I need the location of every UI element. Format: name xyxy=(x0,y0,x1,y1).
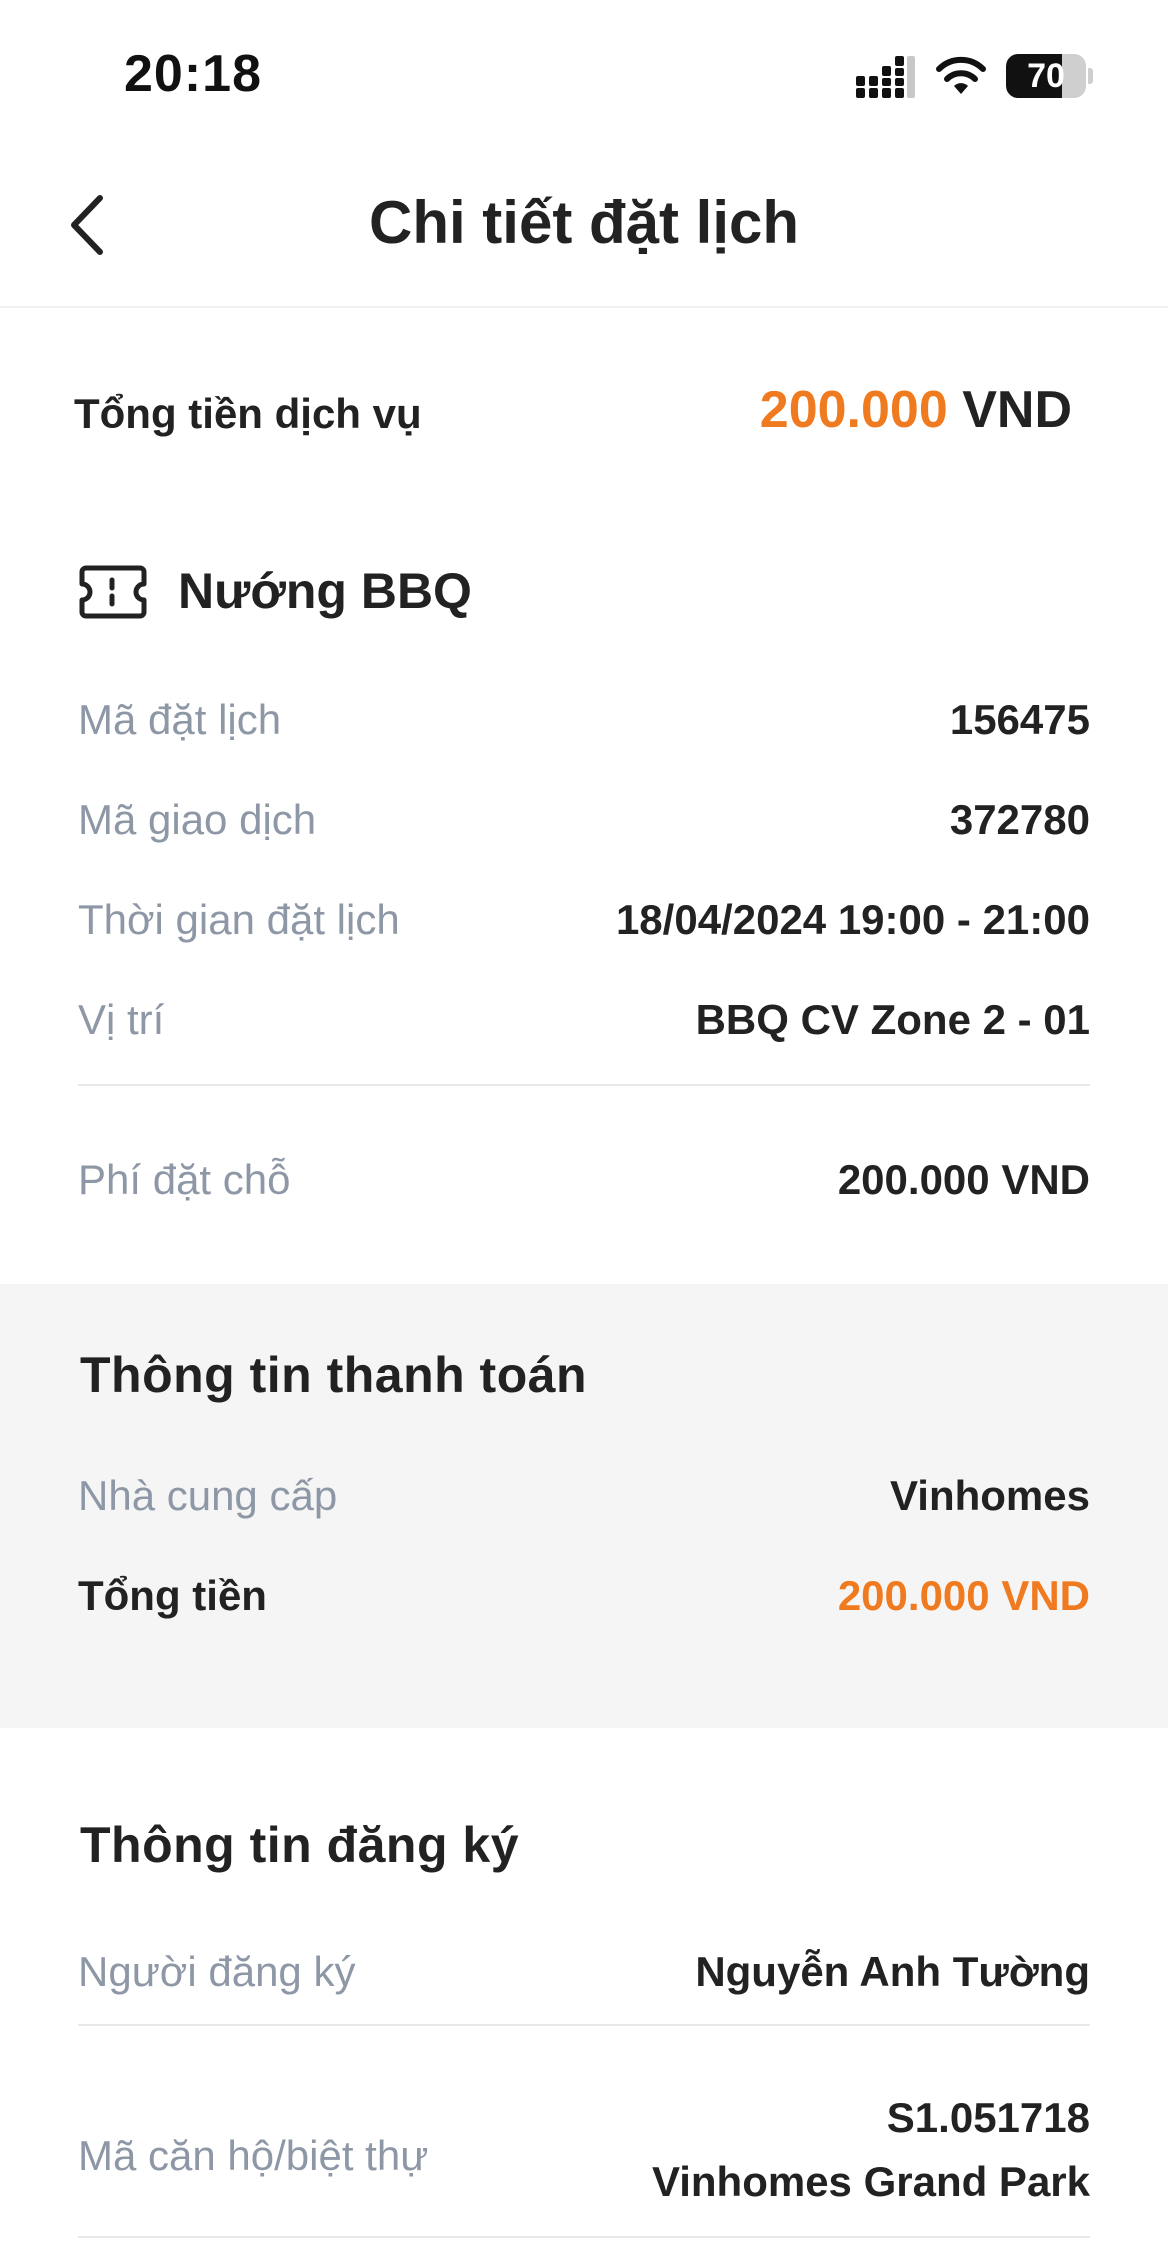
page-title: Chi tiết đặt lịch xyxy=(368,189,800,256)
row-value: S1.051718 Vinhomes Grand Park xyxy=(652,2086,1090,2214)
back-button[interactable] xyxy=(60,190,120,260)
battery-cap xyxy=(1088,68,1093,84)
project-name: Vinhomes Grand Park xyxy=(651,2158,1090,2205)
service-name: Nướng BBQ xyxy=(178,563,472,619)
wifi-icon xyxy=(936,56,986,94)
row-label: Mã giao dịch xyxy=(78,796,317,843)
location-row: Vị trí BBQ CV Zone 2 - 01 xyxy=(78,986,1090,1046)
signal-icon xyxy=(856,56,915,98)
battery-level-text: 70 xyxy=(1027,57,1065,95)
row-value: BBQ CV Zone 2 - 01 xyxy=(695,996,1090,1043)
row-label: Mã căn hộ/biệt thự xyxy=(78,2132,429,2179)
provider-row: Nhà cung cấp Vinhomes xyxy=(78,1462,1090,1522)
row-label: Nhà cung cấp xyxy=(78,1472,338,1519)
summary-label: Tổng tiền dịch vụ xyxy=(74,390,422,437)
nav-bar: Chi tiết đặt lịch xyxy=(0,150,1168,308)
summary-value: 200.000 VND xyxy=(760,380,1072,440)
registrant-row: Người đăng ký Nguyễn Anh Tường xyxy=(78,1938,1090,1998)
row-label: Vị trí xyxy=(78,996,165,1043)
booking-time-row: Thời gian đặt lịch 18/04/2024 19:00 - 21… xyxy=(78,886,1090,946)
payment-total-row: Tổng tiền 200.000 VND xyxy=(78,1562,1090,1622)
payment-info-section: Thông tin thanh toán Nhà cung cấp Vinhom… xyxy=(0,1284,1168,1728)
summary-currency: VND xyxy=(962,381,1072,439)
divider xyxy=(78,1084,1090,1086)
service-header: Nướng BBQ xyxy=(0,540,1168,640)
status-time: 20:18 xyxy=(124,45,262,103)
row-label: Mã đặt lịch xyxy=(78,696,282,743)
transaction-code-row: Mã giao dịch 372780 xyxy=(78,786,1090,846)
ticket-icon xyxy=(79,565,147,619)
total-service-summary: Tổng tiền dịch vụ 200.000 VND xyxy=(0,308,1168,518)
divider xyxy=(78,2024,1090,2026)
reservation-fee-row: Phí đặt chỗ 200.000 VND xyxy=(78,1146,1090,1206)
total-label: Tổng tiền xyxy=(78,1572,267,1619)
row-label: Phí đặt chỗ xyxy=(78,1156,291,1203)
battery-icon: 70 xyxy=(1006,54,1093,98)
status-bar: 20:18 70 xyxy=(0,0,1168,150)
row-value: Vinhomes xyxy=(890,1472,1090,1519)
unit-code-row: Mã căn hộ/biệt thự S1.051718 Vinhomes Gr… xyxy=(78,2086,1090,2226)
row-label: Người đăng ký xyxy=(78,1948,356,1995)
registration-section-title: Thông tin đăng ký xyxy=(80,1817,520,1873)
row-value: 372780 xyxy=(949,796,1090,843)
row-value: 18/04/2024 19:00 - 21:00 xyxy=(615,896,1090,943)
total-value: 200.000 VND xyxy=(837,1572,1090,1619)
row-label: Thời gian đặt lịch xyxy=(78,896,400,943)
divider xyxy=(78,2236,1090,2238)
booking-code-row: Mã đặt lịch 156475 xyxy=(78,686,1090,746)
chevron-left-icon xyxy=(71,195,103,255)
row-value: Nguyễn Anh Tường xyxy=(695,1948,1090,1995)
section-title: Thông tin thanh toán xyxy=(80,1347,588,1403)
row-value: 200.000 VND xyxy=(837,1156,1090,1203)
row-value: 156475 xyxy=(949,696,1090,743)
unit-code: S1.051718 xyxy=(886,2094,1090,2141)
summary-amount: 200.000 xyxy=(759,381,948,439)
battery-body: 70 xyxy=(1006,54,1086,98)
